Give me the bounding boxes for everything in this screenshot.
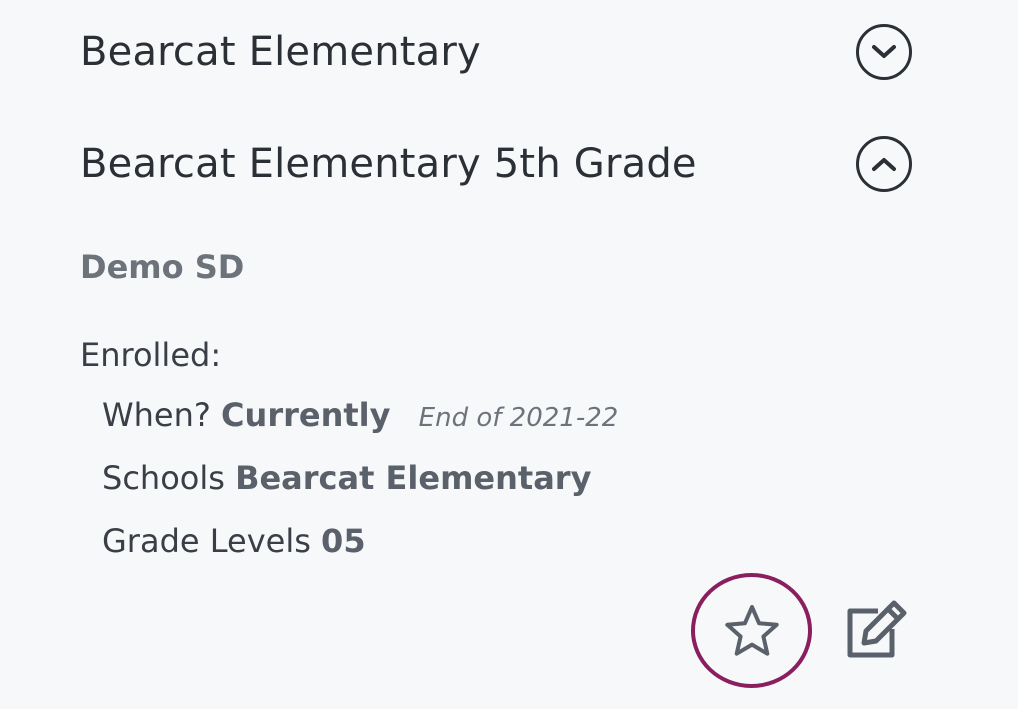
edit-button[interactable] bbox=[838, 596, 912, 664]
group-title: Bearcat Elementary bbox=[80, 29, 481, 75]
group-title: Bearcat Elementary 5th Grade bbox=[80, 141, 697, 187]
enrollment-when-row: When? Currently End of 2021-22 bbox=[102, 396, 618, 434]
favorite-button[interactable] bbox=[691, 573, 812, 688]
grade-levels-value: 05 bbox=[321, 522, 366, 560]
organization-name: Demo SD bbox=[80, 248, 245, 286]
enrolled-label: Enrolled: bbox=[80, 336, 222, 374]
group-header-bearcat-elementary-5th-grade[interactable]: Bearcat Elementary 5th Grade bbox=[80, 124, 920, 204]
star-outline-icon bbox=[724, 604, 779, 656]
grade-levels-label: Grade Levels bbox=[102, 522, 311, 560]
enrollment-grade-levels-row: Grade Levels 05 bbox=[102, 522, 366, 560]
enrollment-schools-row: Schools Bearcat Elementary bbox=[102, 459, 591, 497]
when-note: End of 2021-22 bbox=[418, 403, 619, 433]
schools-value: Bearcat Elementary bbox=[235, 459, 592, 497]
edit-icon bbox=[847, 600, 907, 658]
schools-label: Schools bbox=[102, 459, 225, 497]
when-label: When? bbox=[102, 396, 211, 434]
when-value: Currently bbox=[221, 396, 391, 434]
chevron-down-icon[interactable] bbox=[856, 24, 912, 80]
group-header-bearcat-elementary[interactable]: Bearcat Elementary bbox=[80, 12, 920, 92]
group-list-panel: Bearcat Elementary Bearcat Elementary 5t… bbox=[0, 0, 1018, 709]
chevron-up-icon[interactable] bbox=[856, 136, 912, 192]
